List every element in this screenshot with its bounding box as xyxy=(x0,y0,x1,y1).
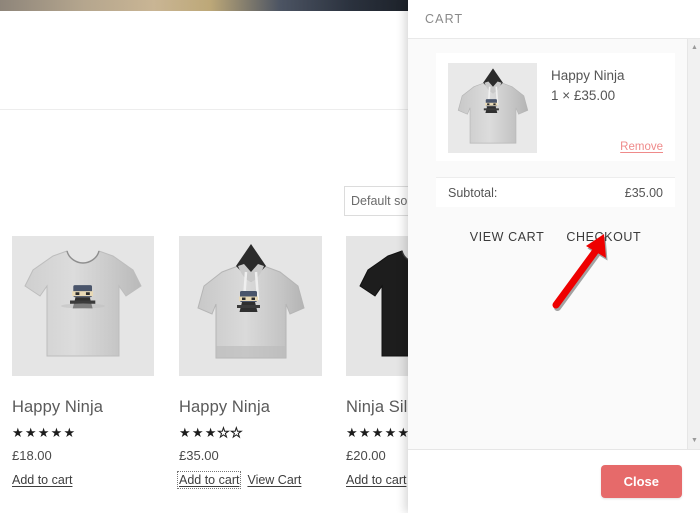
star-empty: ★ xyxy=(217,425,231,440)
scroll-down-arrow-icon[interactable]: ▼ xyxy=(688,434,700,447)
cart-panel-body: Happy Ninja 1 × £35.00 Remove Subtotal: … xyxy=(408,39,700,449)
cart-subtotal-value: £35.00 xyxy=(624,185,663,200)
product-price: £18.00 xyxy=(12,448,52,463)
cart-item-remove-link[interactable]: Remove xyxy=(620,141,663,153)
cart-line-item: Happy Ninja 1 × £35.00 Remove xyxy=(436,53,675,161)
add-to-cart-link[interactable]: Add to cart xyxy=(176,471,242,489)
product-image-grey-hoodie[interactable] xyxy=(179,236,322,376)
star-filled: ★ xyxy=(50,425,64,440)
cart-panel-footer: Close xyxy=(408,449,700,513)
star-filled: ★ xyxy=(37,425,51,440)
product-price: £35.00 xyxy=(179,448,219,463)
star-empty: ★ xyxy=(230,425,244,440)
cart-panel-header: CART xyxy=(408,0,700,39)
view-cart-link[interactable]: View Cart xyxy=(247,473,301,487)
cart-scroll-area: Happy Ninja 1 × £35.00 Remove Subtotal: … xyxy=(408,39,687,449)
grey-tshirt-icon xyxy=(24,250,142,357)
cart-panel-title: CART xyxy=(425,12,464,26)
star-filled: ★ xyxy=(12,425,25,440)
view-cart-button[interactable]: VIEW CART xyxy=(470,230,545,244)
product-actions: Add to cart View Cart xyxy=(176,471,322,489)
cart-panel: CART Happy Ninja 1 × £35.00 Remove Subto… xyxy=(408,0,700,513)
cart-line-item-row: Happy Ninja 1 × £35.00 xyxy=(448,63,663,153)
add-to-cart-link[interactable]: Add to cart xyxy=(346,473,406,487)
scroll-up-arrow-icon[interactable]: ▲ xyxy=(688,41,700,54)
product-card[interactable]: Happy Ninja ★★★★★ £18.00 Add to cart xyxy=(12,236,154,487)
star-filled: ★ xyxy=(204,425,218,440)
star-filled: ★ xyxy=(24,425,38,440)
product-title: Happy Ninja xyxy=(12,398,103,416)
cart-item-image[interactable] xyxy=(448,63,537,153)
star-filled: ★ xyxy=(191,425,205,440)
product-image-grey-tshirt[interactable] xyxy=(12,236,154,376)
add-to-cart-link[interactable]: Add to cart xyxy=(12,473,72,487)
cart-scrollbar[interactable]: ▲ ▼ xyxy=(687,39,700,449)
star-filled: ★ xyxy=(384,425,398,440)
cart-subtotal-row: Subtotal: £35.00 xyxy=(436,177,675,207)
product-rating: ★★★★★ xyxy=(12,426,154,439)
cart-item-name: Happy Ninja xyxy=(551,68,625,83)
cart-item-quantity-price: 1 × £35.00 xyxy=(551,88,616,103)
star-filled: ★ xyxy=(63,425,77,440)
cart-action-buttons: VIEW CART CHECKOUT xyxy=(436,228,675,246)
product-title: Happy Ninja xyxy=(179,398,270,416)
product-rating: ★★★★★ xyxy=(179,425,322,440)
cart-subtotal-label: Subtotal: xyxy=(448,185,498,200)
product-actions: Add to cart xyxy=(12,473,154,487)
star-filled: ★ xyxy=(371,425,385,440)
screenshot-root: Default sorting Happy Ninja ★★★★★ £18.00… xyxy=(0,0,700,513)
star-filled: ★ xyxy=(358,425,372,440)
cart-item-info: Happy Ninja 1 × £35.00 xyxy=(551,63,625,153)
product-card[interactable]: Happy Ninja ★★★★★ £35.00 Add to cart View… xyxy=(176,236,322,489)
close-button[interactable]: Close xyxy=(600,465,682,498)
star-filled: ★ xyxy=(179,425,192,440)
checkout-button[interactable]: CHECKOUT xyxy=(566,230,641,244)
grey-hoodie-icon xyxy=(196,244,305,359)
star-filled: ★ xyxy=(346,425,359,440)
grey-hoodie-icon xyxy=(457,68,529,144)
